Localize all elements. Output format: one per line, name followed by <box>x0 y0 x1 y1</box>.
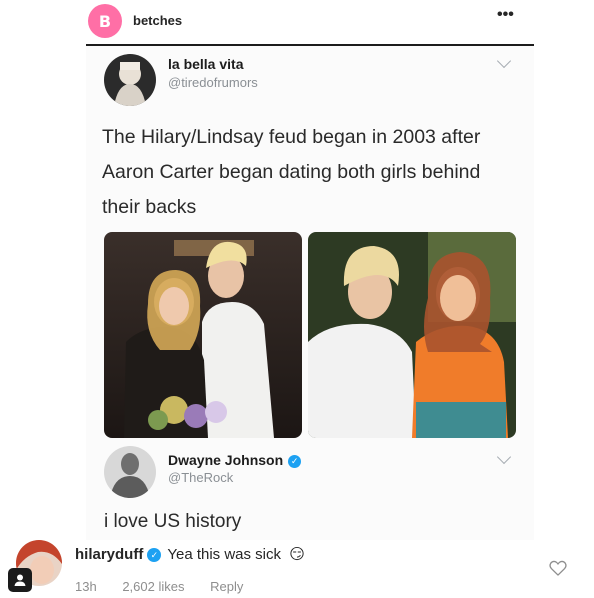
commenter-username[interactable]: hilaryduff <box>75 546 143 563</box>
comment-likes[interactable]: 2,602 likes <box>122 579 184 594</box>
verified-badge-icon: ✓ <box>288 455 302 468</box>
post-image: la bella vita @tiredofrumors The Hilary/… <box>86 44 534 540</box>
reply-tweet-text: i love US history <box>104 511 242 532</box>
commenter-verified-icon: ✓ <box>147 548 162 562</box>
post-header: B betches ••• <box>0 0 594 46</box>
account-avatar-letter: B <box>98 11 112 31</box>
account-avatar[interactable]: B <box>88 4 122 38</box>
reply-author-name-text: Dwayne Johnson <box>168 452 284 468</box>
tweet-photo-right <box>308 232 516 438</box>
reply-author-avatar <box>104 446 156 498</box>
reply-author-handle: @TheRock <box>168 470 234 485</box>
more-horizontal-icon[interactable]: ••• <box>497 6 514 24</box>
comment-reply-button[interactable]: Reply <box>210 579 243 594</box>
tweet-photo-left <box>104 232 302 438</box>
account-username[interactable]: betches <box>133 13 182 28</box>
tweet-author-name: la bella vita <box>168 56 244 72</box>
tweet-text: The Hilary/Lindsay feud began in 2003 af… <box>102 126 481 218</box>
reply-chevron-down-icon[interactable] <box>496 449 512 465</box>
reply-author-name: Dwayne Johnson ✓ <box>168 452 302 468</box>
comment-time: 13h <box>75 579 97 594</box>
heart-icon[interactable] <box>548 558 568 578</box>
comment-meta: 13h 2,602 likes Reply <box>75 579 265 594</box>
tweet-author-handle: @tiredofrumors <box>168 75 258 90</box>
smirk-emoji-icon: 😏 <box>289 546 305 563</box>
chevron-down-icon[interactable] <box>496 53 512 69</box>
tweet-author-avatar <box>104 54 156 106</box>
comment-body: hilaryduff ✓ Yea this was sick 😏 <box>75 545 305 563</box>
profile-person-icon[interactable] <box>8 568 32 592</box>
comment-text: Yea this was sick <box>167 546 282 563</box>
